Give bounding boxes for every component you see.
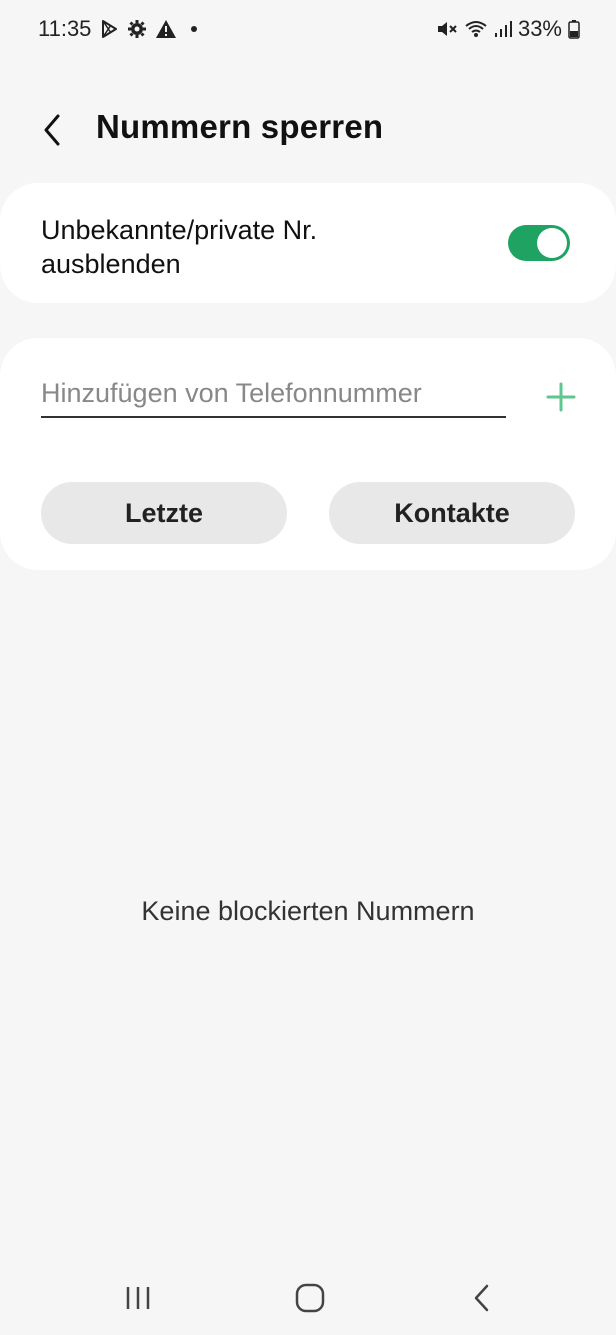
home-icon <box>295 1283 325 1313</box>
chevron-left-icon <box>44 114 60 146</box>
toggle-knob <box>537 228 567 258</box>
unknown-numbers-label: Unbekannte/private Nr. ausblenden <box>41 215 318 279</box>
add-number-button[interactable] <box>544 380 578 414</box>
recent-apps-button[interactable] <box>108 1278 168 1318</box>
mute-icon <box>436 19 458 39</box>
page-title: Nummern sperren <box>96 108 384 145</box>
status-time: 11:35 <box>38 16 92 41</box>
battery-percent: 33% <box>517 16 562 41</box>
home-button[interactable] <box>280 1278 340 1318</box>
notification-dot-icon <box>191 26 198 32</box>
signal-icon <box>494 19 512 39</box>
back-button[interactable] <box>34 106 74 154</box>
phone-number-input[interactable] <box>41 370 506 418</box>
wifi-icon <box>464 19 488 39</box>
play-store-icon <box>99 19 119 39</box>
empty-state-text: Keine blockierten Nummern <box>141 896 475 926</box>
recent-apps-icon <box>126 1287 150 1309</box>
recent-button[interactable]: Letzte <box>41 482 287 544</box>
settings-gear-icon <box>127 19 147 39</box>
unknown-numbers-toggle[interactable] <box>508 225 570 261</box>
navigation-bar <box>0 1260 616 1335</box>
page-header: Nummern sperren <box>0 100 616 160</box>
plus-icon <box>546 382 576 412</box>
status-bar: 11:35 33% <box>0 0 616 60</box>
chevron-left-icon <box>474 1284 489 1312</box>
battery-icon <box>568 19 580 39</box>
warning-icon <box>155 19 177 39</box>
nav-back-button[interactable] <box>452 1278 512 1318</box>
contacts-button[interactable]: Kontakte <box>329 482 575 544</box>
